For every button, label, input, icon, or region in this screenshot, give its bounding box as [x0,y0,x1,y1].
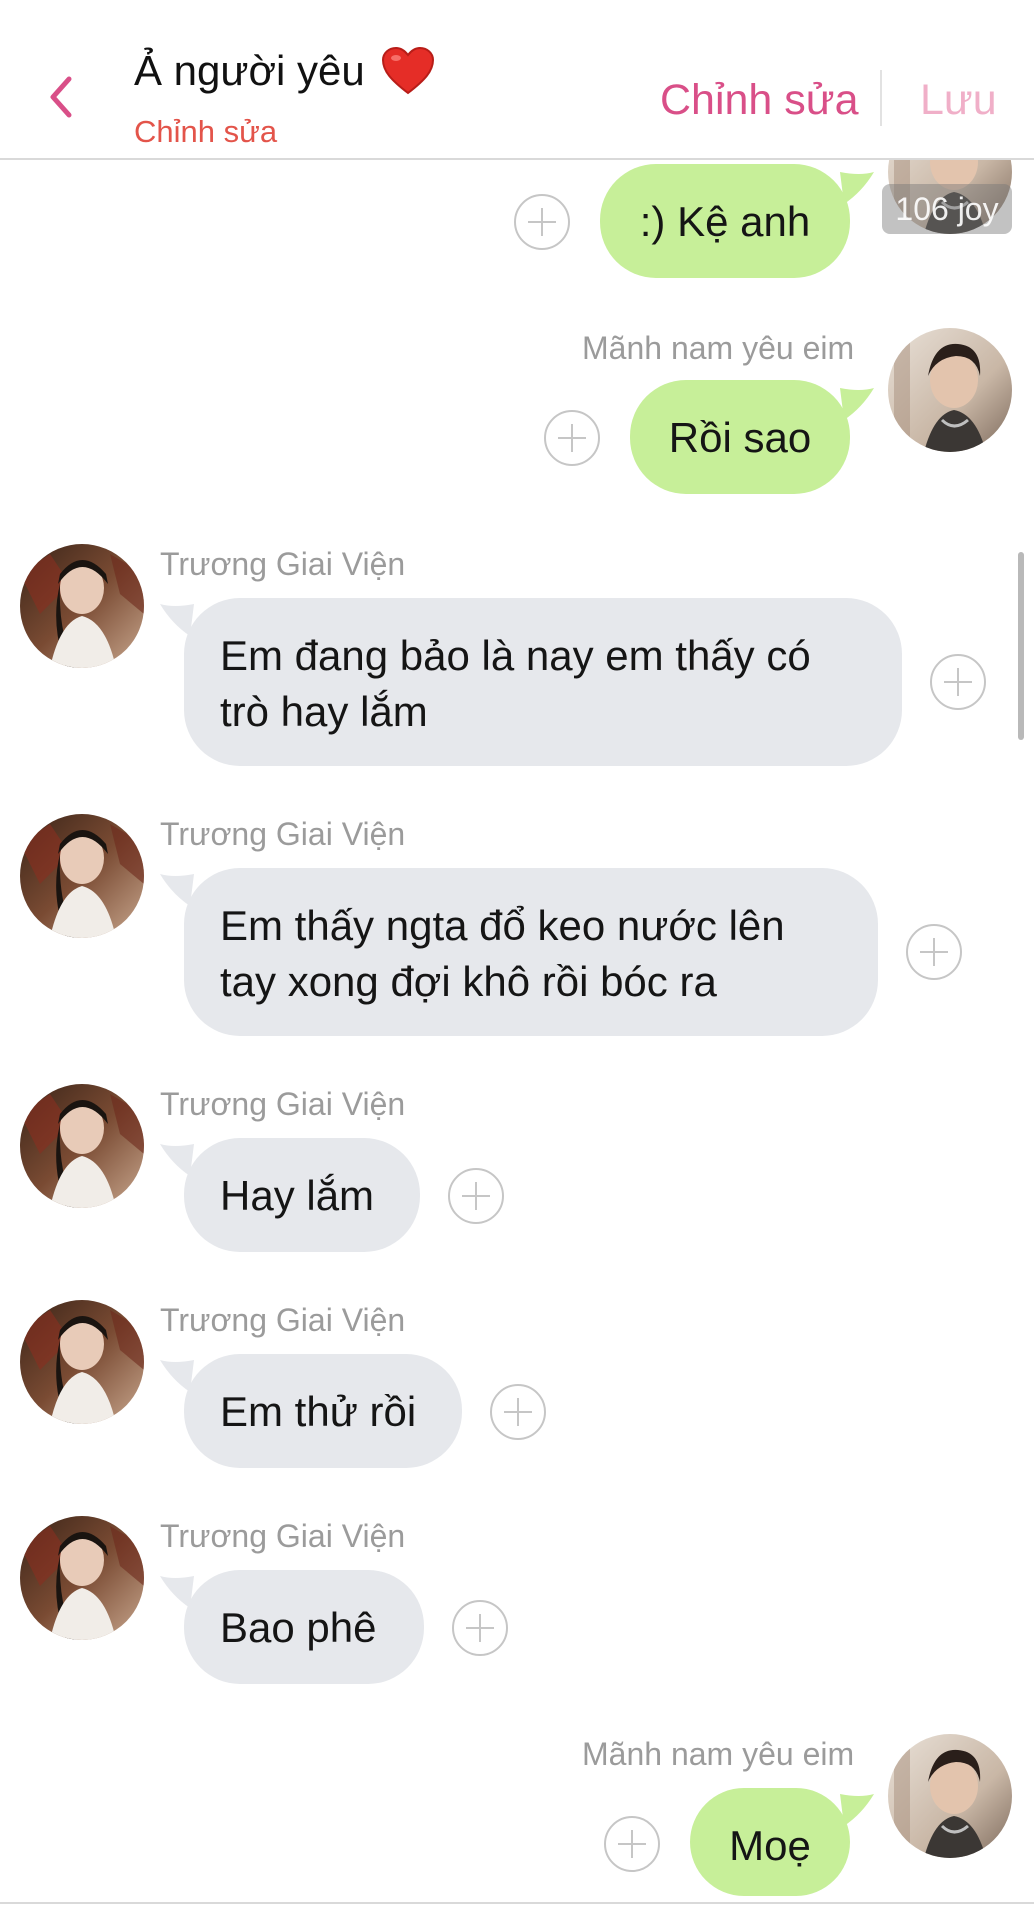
avatar[interactable] [888,328,1012,452]
sender-name: Mãnh nam yêu eim [582,1736,855,1772]
header-divider [880,70,882,126]
message-line: trò hay lắm [220,688,428,735]
save-button[interactable]: Lưu [920,76,997,125]
message-text: Hay lắm [220,1172,375,1219]
edit-button[interactable]: Chỉnh sửa [660,76,859,125]
react-button[interactable] [514,194,570,250]
react-button[interactable] [906,924,962,980]
back-button[interactable] [38,62,82,132]
message-text: Em thử rồi [220,1388,417,1435]
message-line: tay xong đợi khô rồi bóc ra [220,958,717,1005]
message-bubble[interactable]: Em thử rồi [184,1354,462,1468]
avatar[interactable] [20,1516,144,1640]
react-button[interactable] [930,654,986,710]
message-line: Em thấy ngta đổ keo nước lên [220,902,785,949]
message-text: Moẹ [729,1822,811,1869]
react-button[interactable] [448,1168,504,1224]
scrollbar[interactable] [1018,552,1024,740]
sender-name: Trương Giai Viện [160,1518,406,1554]
react-button[interactable] [544,410,600,466]
sender-name: Mãnh nam yêu eim [582,330,855,366]
avatar[interactable] [888,1734,1012,1858]
watermark: 106 joy [882,184,1012,234]
avatar[interactable] [20,1300,144,1424]
bottom-divider [0,1902,1034,1904]
message-bubble[interactable]: Em đang bảo là nay em thấy có trò hay lắ… [184,598,902,766]
sender-name: Trương Giai Viện [160,816,406,852]
message-text: :) Kệ anh [639,198,811,245]
message-bubble[interactable]: :) Kệ anh [600,164,850,278]
chat-title-text: Ả người yêu [134,47,365,94]
sender-name: Trương Giai Viện [160,1086,406,1122]
chevron-left-icon [50,76,72,118]
message-bubble[interactable]: Rồi sao [630,380,850,494]
chat-title: Ả người yêu [134,46,435,96]
chat-header: Ả người yêu Chỉnh sửa Chỉnh sửa Lưu [0,0,1034,160]
message-bubble[interactable]: Hay lắm [184,1138,420,1252]
message-bubble[interactable]: Em thấy ngta đổ keo nước lên tay xong đợ… [184,868,878,1036]
message-bubble[interactable]: Moẹ [690,1788,850,1896]
message-line: Em đang bảo là nay em thấy có [220,632,811,679]
avatar[interactable] [20,1084,144,1208]
chat-subtitle[interactable]: Chỉnh sửa [134,114,277,150]
react-button[interactable] [604,1816,660,1872]
sender-name: Trương Giai Viện [160,546,406,582]
message-bubble[interactable]: Bao phê [184,1570,424,1684]
react-button[interactable] [452,1600,508,1656]
message-text: Rồi sao [668,414,812,461]
avatar[interactable] [20,544,144,668]
avatar[interactable] [20,814,144,938]
sender-name: Trương Giai Viện [160,1302,406,1338]
heart-icon [381,46,435,96]
react-button[interactable] [490,1384,546,1440]
message-text: Bao phê [220,1604,377,1651]
